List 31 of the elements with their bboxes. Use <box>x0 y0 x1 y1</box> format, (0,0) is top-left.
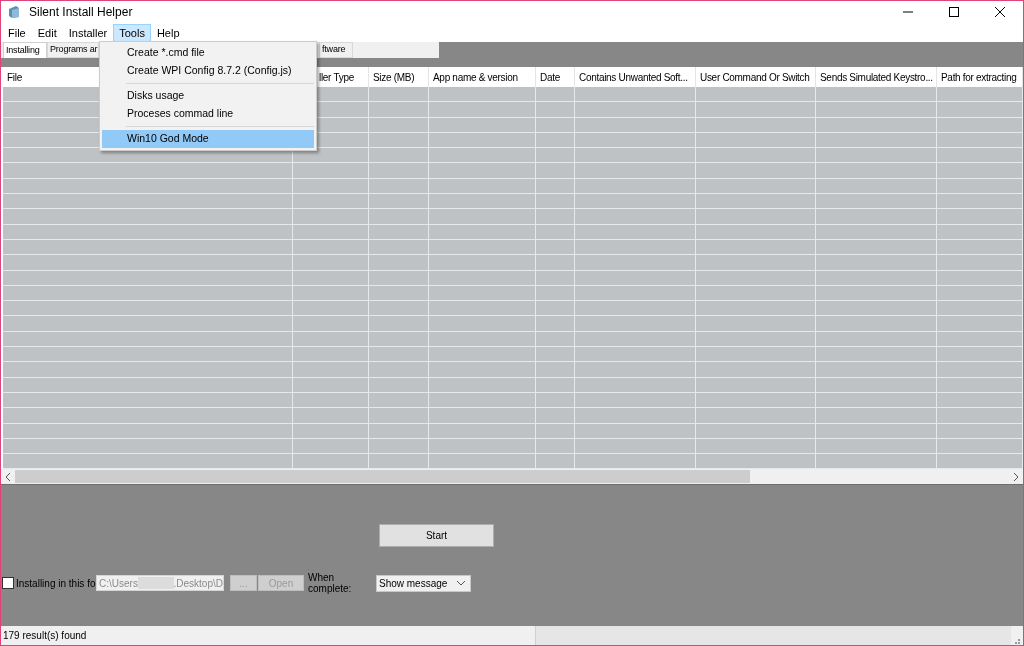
scroll-right-icon[interactable] <box>1013 472 1019 481</box>
horizontal-scrollbar[interactable] <box>1 469 1023 484</box>
menu-item[interactable]: File <box>2 23 32 42</box>
tab[interactable]: Installing <box>3 42 47 58</box>
scroll-left-icon[interactable] <box>5 472 11 481</box>
menu-item[interactable]: Installer <box>62 23 114 42</box>
completion-dropdown[interactable]: Show message <box>376 574 471 592</box>
redaction-block <box>137 577 174 589</box>
tab[interactable]: Programs ar <box>47 42 99 58</box>
dropdown-value: Show message <box>379 576 448 591</box>
path-text: .Desktop\D <box>173 576 223 590</box>
menu-item[interactable]: Win10 God Mode <box>102 130 314 148</box>
menu-item[interactable]: Disks usage <box>102 87 314 105</box>
path-text: C:\Users <box>99 576 138 590</box>
start-button[interactable]: Start <box>379 524 494 547</box>
menu-item[interactable]: Help <box>150 23 186 42</box>
menu-item[interactable]: Proceses commad line <box>102 105 314 123</box>
checkbox[interactable] <box>2 577 14 589</box>
menu-item[interactable]: Edit <box>31 23 63 42</box>
checkbox-label: Installing in this fo <box>16 576 96 591</box>
app-icon <box>7 5 21 19</box>
maximize-icon <box>949 7 959 17</box>
menu-item[interactable]: Create *.cmd file <box>102 44 314 62</box>
chevron-down-icon <box>457 580 465 586</box>
menu-item[interactable]: Tools <box>113 23 151 42</box>
when-complete-label: When complete: <box>308 572 353 594</box>
scrollbar-thumb[interactable] <box>15 470 750 483</box>
close-icon <box>995 7 1005 17</box>
status-text: 179 result(s) found <box>2 629 88 643</box>
window-title: Silent Install Helper <box>29 4 133 21</box>
tab[interactable]: ftware <box>319 42 353 58</box>
